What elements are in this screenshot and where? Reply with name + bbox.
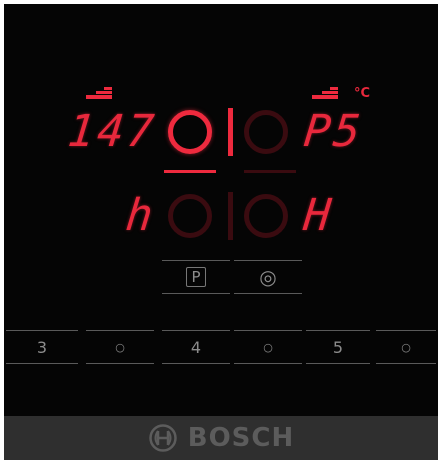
top-right-code: P5	[301, 106, 366, 157]
divider-line	[234, 293, 302, 294]
power-level-right-icon	[312, 87, 338, 99]
divider-line	[162, 293, 230, 294]
level-label: 5	[332, 337, 344, 357]
divider-line	[306, 363, 370, 364]
active-zone-underline	[164, 170, 216, 173]
zone-front-left-ring-icon[interactable]	[168, 110, 212, 154]
divider-line	[162, 330, 230, 331]
level-button-dot-1[interactable]: ○	[84, 330, 156, 364]
bosch-armature-logo-icon	[149, 424, 177, 452]
divider-line	[162, 260, 230, 261]
temperature-unit: °C	[354, 86, 371, 101]
divider-line	[376, 330, 436, 331]
brand-footer: BOSCH	[4, 416, 438, 460]
program-button[interactable]: P	[160, 260, 232, 294]
zone-rear-right-ring-icon[interactable]	[244, 194, 288, 238]
divider-line	[6, 363, 78, 364]
level-label: 3	[36, 337, 48, 357]
divider-line	[234, 260, 302, 261]
divider-line	[306, 330, 370, 331]
inactive-zone-underline	[244, 170, 296, 173]
level-button-4[interactable]: 4	[160, 330, 232, 364]
dot-icon: ○	[401, 340, 411, 354]
divider-line	[234, 330, 302, 331]
zone-divider-bottom	[228, 192, 233, 240]
level-button-3[interactable]: 3	[4, 330, 80, 364]
divider-line	[162, 363, 230, 364]
temperature-readout: 147	[65, 106, 160, 157]
ring-select-button[interactable]: ◎	[232, 260, 304, 294]
divider-line	[376, 363, 436, 364]
level-button-dot-3[interactable]: ○	[374, 330, 438, 364]
program-icon: P	[186, 267, 206, 287]
level-label: 4	[190, 337, 202, 357]
power-level-left-icon	[86, 87, 112, 99]
dot-icon: ○	[263, 340, 273, 354]
left-residual-indicator: h	[123, 190, 159, 241]
level-button-5[interactable]: 5	[304, 330, 372, 364]
divider-line	[6, 330, 78, 331]
level-button-dot-2[interactable]: ○	[232, 330, 304, 364]
zone-divider-top	[228, 108, 233, 156]
divider-line	[86, 330, 154, 331]
divider-line	[86, 363, 154, 364]
right-residual-indicator: H	[301, 190, 337, 241]
brand-logo-text: BOSCH	[187, 423, 295, 453]
zone-rear-left-ring-icon[interactable]	[168, 194, 212, 238]
ring-select-icon: ◎	[259, 265, 277, 289]
dot-icon: ○	[115, 340, 125, 354]
divider-line	[234, 363, 302, 364]
zone-front-right-ring-icon[interactable]	[244, 110, 288, 154]
cooktop-control-panel: °C 147 P5 h H P ◎ 3 ○ 4 ○ 5 ○ BOSCH	[4, 4, 438, 460]
